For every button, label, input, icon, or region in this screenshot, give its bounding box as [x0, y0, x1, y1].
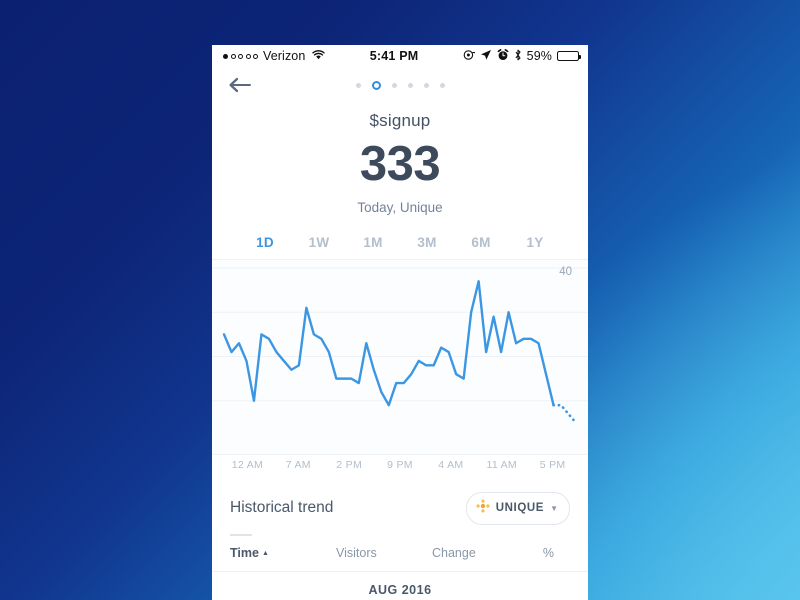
- navigation-arrow-icon: [480, 49, 492, 64]
- page-indicator: [212, 67, 588, 103]
- back-arrow-icon[interactable]: [228, 75, 254, 95]
- column-header-time[interactable]: Time ▲: [230, 546, 336, 560]
- page-dot[interactable]: [423, 82, 429, 88]
- table-group-row: AUG 2016: [212, 572, 588, 600]
- location-services-icon: [463, 49, 476, 64]
- range-tab-1w[interactable]: 1W: [292, 235, 346, 259]
- metric-header: $signup 333 Today, Unique: [212, 103, 588, 215]
- x-tick-label: 11 AM: [486, 459, 517, 472]
- range-tab-1m[interactable]: 1M: [346, 235, 400, 259]
- column-header-time-label: Time: [230, 545, 259, 560]
- range-tabs: 1D 1W 1M 3M 6M 1Y: [212, 235, 588, 259]
- range-tab-1d[interactable]: 1D: [238, 235, 292, 259]
- chart-svg: [212, 267, 588, 425]
- x-tick-label: 12 AM: [231, 459, 264, 472]
- wifi-icon: [312, 49, 326, 63]
- historical-trend-section: Historical trend UNIQUE ▼: [212, 476, 588, 536]
- range-tab-6m[interactable]: 6M: [454, 235, 508, 259]
- x-tick-label: 9 PM: [387, 459, 413, 472]
- chevron-down-icon: ▼: [550, 503, 558, 513]
- alarm-clock-icon: [497, 48, 509, 64]
- unique-filter-label: UNIQUE: [495, 502, 545, 515]
- metric-subtitle: Today, Unique: [357, 199, 443, 215]
- table-header-row: Time ▲ Visitors Change %: [212, 536, 588, 572]
- page-dot[interactable]: [407, 82, 413, 88]
- nav-bar: [212, 67, 588, 103]
- historical-trend-title: Historical trend: [230, 499, 334, 517]
- range-tab-3m[interactable]: 3M: [400, 235, 454, 259]
- status-bar-left: Verizon: [223, 49, 326, 63]
- chart-ymax-label: 40: [559, 265, 572, 278]
- page-dot[interactable]: [439, 82, 445, 88]
- metric-name: $signup: [369, 111, 431, 130]
- column-header-visitors[interactable]: Visitors: [336, 546, 432, 560]
- page-dot[interactable]: [391, 82, 397, 88]
- carrier-label: Verizon: [263, 49, 306, 63]
- x-tick-label: 7 AM: [285, 459, 311, 472]
- page-dot-active[interactable]: [371, 80, 381, 90]
- range-tab-1y[interactable]: 1Y: [508, 235, 562, 259]
- unique-filter-button[interactable]: UNIQUE ▼: [465, 491, 570, 525]
- sort-ascending-icon: ▲: [261, 550, 269, 558]
- page-dot[interactable]: [355, 82, 361, 88]
- status-bar: Verizon 5:41 PM 59%: [212, 45, 588, 67]
- x-tick-label: 2 PM: [336, 459, 362, 472]
- battery-icon: [557, 51, 581, 61]
- bluetooth-icon: [514, 49, 522, 64]
- phone-screen: Verizon 5:41 PM 59% $signup 333 Today, U…: [212, 45, 588, 600]
- x-tick-label: 4 AM: [438, 459, 464, 472]
- column-header-change[interactable]: Change: [432, 546, 526, 560]
- battery-percent-label: 59%: [526, 49, 552, 63]
- column-header-percent[interactable]: %: [526, 546, 570, 560]
- status-bar-clock: 5:41 PM: [369, 49, 419, 63]
- metric-chart[interactable]: 40: [212, 258, 588, 454]
- cluster-dots-icon: [476, 499, 490, 518]
- x-tick-label: 5 PM: [539, 459, 566, 472]
- chart-x-axis: 12 AM 7 AM 2 PM 9 PM 4 AM 11 AM 5 PM: [212, 453, 588, 476]
- metric-value: 333: [359, 137, 441, 191]
- status-bar-right: 59%: [463, 48, 581, 64]
- signal-strength-icon: [223, 53, 258, 59]
